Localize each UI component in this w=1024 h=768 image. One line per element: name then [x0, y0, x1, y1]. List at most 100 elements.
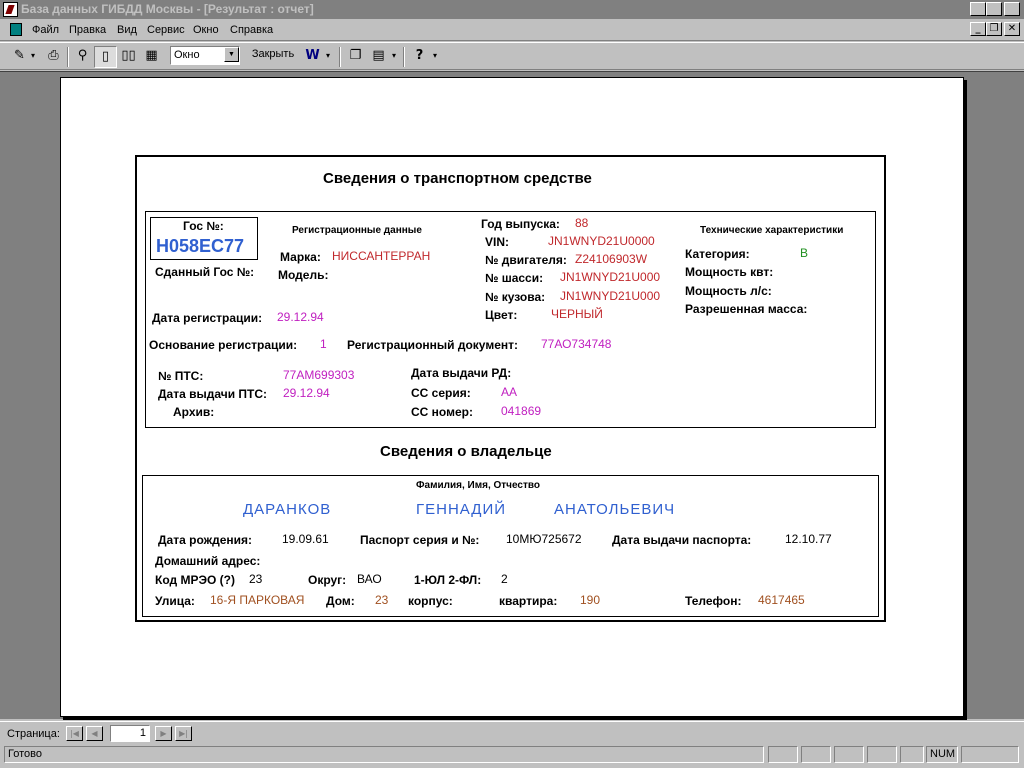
window-title: База данных ГИБДД Москвы - [Результат : … — [21, 2, 314, 16]
menu-window[interactable]: Окно — [193, 24, 219, 36]
fio-label: Фамилия, Имя, Отчество — [416, 480, 541, 491]
zoom-value: Окно — [174, 49, 200, 61]
dropdown-arrow-icon[interactable]: ▾ — [323, 46, 333, 68]
house-label: Дом: — [326, 594, 355, 608]
street-label: Улица: — [155, 594, 195, 608]
reg-basis-label: Основание регистрации: — [149, 338, 298, 352]
close-button[interactable]: ✕ — [1004, 2, 1020, 16]
dropdown-arrow-icon[interactable]: ▾ — [430, 46, 440, 68]
owner-section-title: Сведения о владельце — [380, 443, 552, 460]
mass-label: Разрешенная масса: — [685, 302, 808, 316]
pts-label: № ПТС: — [158, 369, 204, 383]
archive-label: Архив: — [173, 405, 215, 419]
database-window-icon[interactable]: ❐ — [344, 46, 367, 68]
doc-close-button[interactable]: ✕ — [1004, 22, 1020, 36]
document-icon[interactable] — [10, 23, 22, 36]
gos-label: Гос №: — [183, 219, 224, 233]
multiple-pages-icon[interactable]: ▦ — [140, 46, 163, 68]
one-page-icon[interactable]: ▯ — [94, 46, 117, 68]
zoom-icon[interactable]: ⚲ — [71, 46, 94, 68]
pts-date-label: Дата выдачи ПТС: — [158, 387, 268, 401]
cc-series-label: СС серия: — [411, 386, 471, 400]
last-page-icon[interactable]: ▶| — [175, 726, 192, 741]
cc-number-value: 041869 — [501, 404, 542, 418]
minimize-button[interactable]: _ — [970, 2, 986, 16]
brand-value: НИССАНТЕРРАН — [332, 249, 431, 263]
passport-date-value: 12.10.77 — [785, 532, 832, 546]
apt-label: квартира: — [499, 594, 558, 608]
dropdown-arrow-icon[interactable]: ▾ — [389, 46, 399, 68]
mreo-label: Код МРЭО (?) — [155, 573, 235, 587]
vin-value: JN1WNYD21U0000 — [548, 234, 655, 248]
status-panel — [900, 746, 924, 763]
menu-edit[interactable]: Правка — [69, 24, 106, 36]
category-label: Категория: — [685, 247, 750, 261]
next-page-icon[interactable]: ▶ — [155, 726, 172, 741]
tech-label: Технические характеристики — [700, 225, 844, 236]
help-icon[interactable]: ? — [408, 46, 431, 68]
body-label: № кузова: — [485, 290, 546, 304]
ul-fl-value: 2 — [501, 572, 508, 586]
reg-date-value: 29.12.94 — [277, 310, 324, 324]
toolbar-separator — [403, 47, 405, 67]
pts-value: 77АМ699303 — [283, 368, 355, 382]
korpus-label: корпус: — [408, 594, 453, 608]
toolbar: ✎ ▾ ⎙ ⚲ ▯ ▯▯ ▦ W ▾ ❐ ▤ ▾ ? ▾ — [0, 42, 1024, 70]
prev-page-icon[interactable]: ◀ — [86, 726, 103, 741]
reg-doc-value: 77АО734748 — [541, 337, 612, 351]
surrendered-gos-label: Сданный Гос №: — [155, 265, 255, 279]
okrug-label: Округ: — [308, 573, 347, 587]
word-export-icon[interactable]: W — [301, 46, 324, 68]
apt-value: 190 — [580, 593, 601, 607]
reg-doc-label: Регистрационный документ: — [347, 338, 518, 352]
dropdown-arrow-icon[interactable]: ▾ — [28, 46, 38, 68]
app-icon[interactable] — [3, 2, 18, 17]
ul-fl-label: 1-ЮЛ 2-ФЛ: — [414, 573, 482, 587]
reg-date-label: Дата регистрации: — [152, 311, 263, 325]
pts-date-value: 29.12.94 — [283, 386, 330, 400]
chassis-value: JN1WNYD21U000 — [560, 270, 661, 284]
home-address-label: Домашний адрес: — [155, 554, 261, 568]
first-page-icon[interactable]: |◀ — [66, 726, 83, 741]
page-number-input[interactable]: 1 — [110, 725, 150, 742]
house-value: 23 — [375, 593, 389, 607]
street-value: 16-Я ПАРКОВАЯ — [210, 593, 305, 607]
chassis-label: № шасси: — [485, 271, 544, 285]
birth-value: 19.09.61 — [282, 532, 329, 546]
model-label: Модель: — [278, 268, 329, 282]
vin-label: VIN: — [485, 235, 509, 249]
gos-value: Н058ЕС77 — [156, 236, 245, 256]
print-icon[interactable]: ⎙ — [42, 46, 65, 68]
toolbar-separator — [339, 47, 341, 67]
status-panel — [834, 746, 864, 763]
cc-series-value: АА — [501, 385, 518, 399]
new-object-icon[interactable]: ▤ — [367, 46, 390, 68]
power-kw-label: Мощность квт: — [685, 265, 774, 279]
doc-restore-button[interactable]: ❐ — [986, 22, 1002, 36]
engine-label: № двигателя: — [485, 253, 567, 267]
page-label: Страница: — [7, 728, 60, 740]
zoom-select[interactable]: Окно ▼ — [170, 46, 240, 65]
close-preview-button[interactable]: Закрыть — [247, 45, 299, 66]
doc-minimize-button[interactable]: _ — [970, 22, 986, 36]
power-hp-label: Мощность л/с: — [685, 284, 772, 298]
first-name-value: ГЕННАДИЙ — [416, 501, 507, 518]
menu-tools[interactable]: Сервис — [147, 24, 185, 36]
num-lock-indicator: NUM — [926, 746, 958, 763]
menu-view[interactable]: Вид — [117, 24, 137, 36]
status-panel — [961, 746, 1019, 763]
page-navigation-bar — [0, 721, 1024, 745]
reg-data-label: Регистрационные данные — [292, 225, 422, 236]
status-panel — [801, 746, 831, 763]
menu-help[interactable]: Справка — [230, 24, 273, 36]
menu-file[interactable]: Файл — [32, 24, 59, 36]
passport-label: Паспорт серия и №: — [360, 533, 480, 547]
restore-button[interactable]: ❐ — [986, 2, 1002, 16]
two-pages-icon[interactable]: ▯▯ — [117, 46, 140, 68]
rd-date-label: Дата выдачи РД: — [411, 366, 512, 380]
title-bar: База данных ГИБДД Москвы - [Результат : … — [0, 0, 1024, 19]
status-panel — [768, 746, 798, 763]
chevron-down-icon[interactable]: ▼ — [224, 47, 239, 62]
last-name-value: ДАРАНКОВ — [243, 501, 332, 518]
body-value: JN1WNYD21U000 — [560, 289, 661, 303]
